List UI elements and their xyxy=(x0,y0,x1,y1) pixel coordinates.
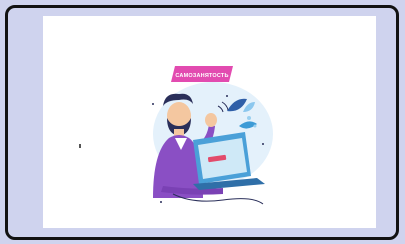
badge-label: САМОЗАНЯТОСТЬ xyxy=(175,73,228,79)
content-area: САМОЗАНЯТОСТЬ xyxy=(43,16,376,228)
badge: САМОЗАНЯТОСТЬ xyxy=(171,66,233,82)
window-frame: САМОЗАНЯТОСТЬ xyxy=(5,5,399,240)
man-at-laptop-illustration: САМОЗАНЯТОСТЬ xyxy=(152,66,273,205)
